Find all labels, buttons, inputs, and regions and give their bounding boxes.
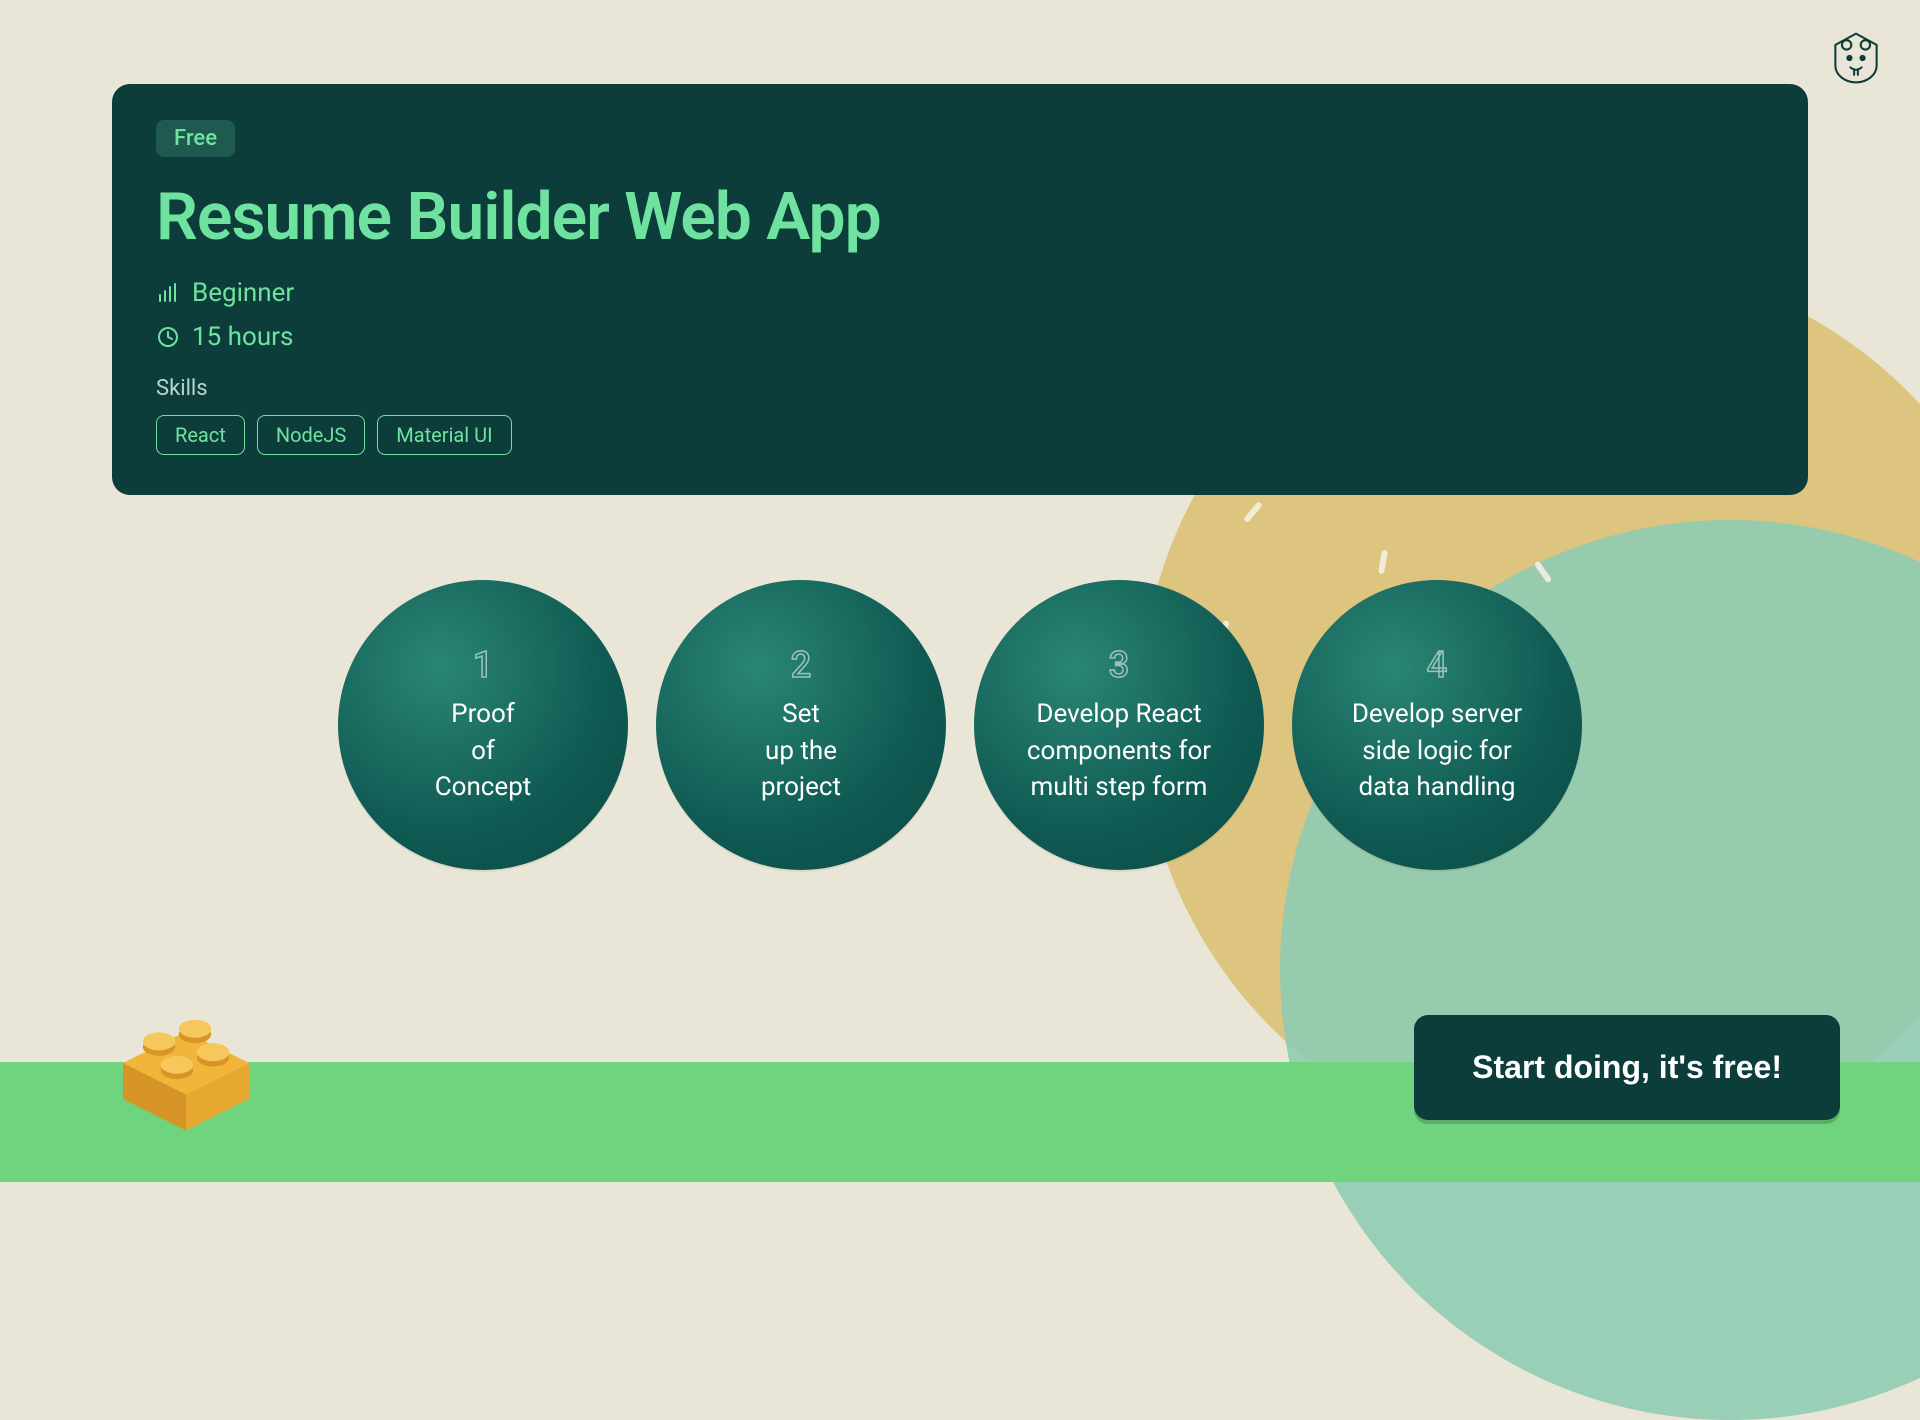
brand-logo-icon xyxy=(1826,28,1886,88)
project-title: Resume Builder Web App xyxy=(156,179,1764,256)
skill-chip: NodeJS xyxy=(257,415,365,455)
step-number: 1 xyxy=(473,644,493,686)
skills-heading: Skills xyxy=(156,376,1764,401)
bars-icon xyxy=(156,281,180,305)
step-text: Develop server side logic for data handl… xyxy=(1352,696,1522,805)
step-number: 2 xyxy=(791,644,811,686)
pricing-badge: Free xyxy=(156,120,235,157)
step-text: Proof of Concept xyxy=(435,696,532,805)
skill-chip: React xyxy=(156,415,245,455)
skill-chip-row: React NodeJS Material UI xyxy=(156,415,1764,455)
duration-row: 15 hours xyxy=(156,322,1764,352)
step-circle: 3 Develop React components for multi ste… xyxy=(974,580,1264,870)
difficulty-row: Beginner xyxy=(156,278,1764,308)
step-circle: 4 Develop server side logic for data han… xyxy=(1292,580,1582,870)
difficulty-label: Beginner xyxy=(192,278,294,308)
clock-icon xyxy=(156,325,180,349)
start-button[interactable]: Start doing, it's free! xyxy=(1414,1015,1840,1120)
step-circle: 2 Set up the project xyxy=(656,580,946,870)
step-circle: 1 Proof of Concept xyxy=(338,580,628,870)
step-number: 3 xyxy=(1109,644,1129,686)
hero-card: Free Resume Builder Web App Beginner 15 … xyxy=(112,84,1808,495)
duration-label: 15 hours xyxy=(192,322,293,352)
step-text: Set up the project xyxy=(761,696,841,805)
step-text: Develop React components for multi step … xyxy=(1027,696,1211,805)
step-number: 4 xyxy=(1427,644,1447,686)
skill-chip: Material UI xyxy=(377,415,511,455)
steps-row: 1 Proof of Concept 2 Set up the project … xyxy=(0,580,1920,870)
lego-block-icon xyxy=(96,964,276,1144)
